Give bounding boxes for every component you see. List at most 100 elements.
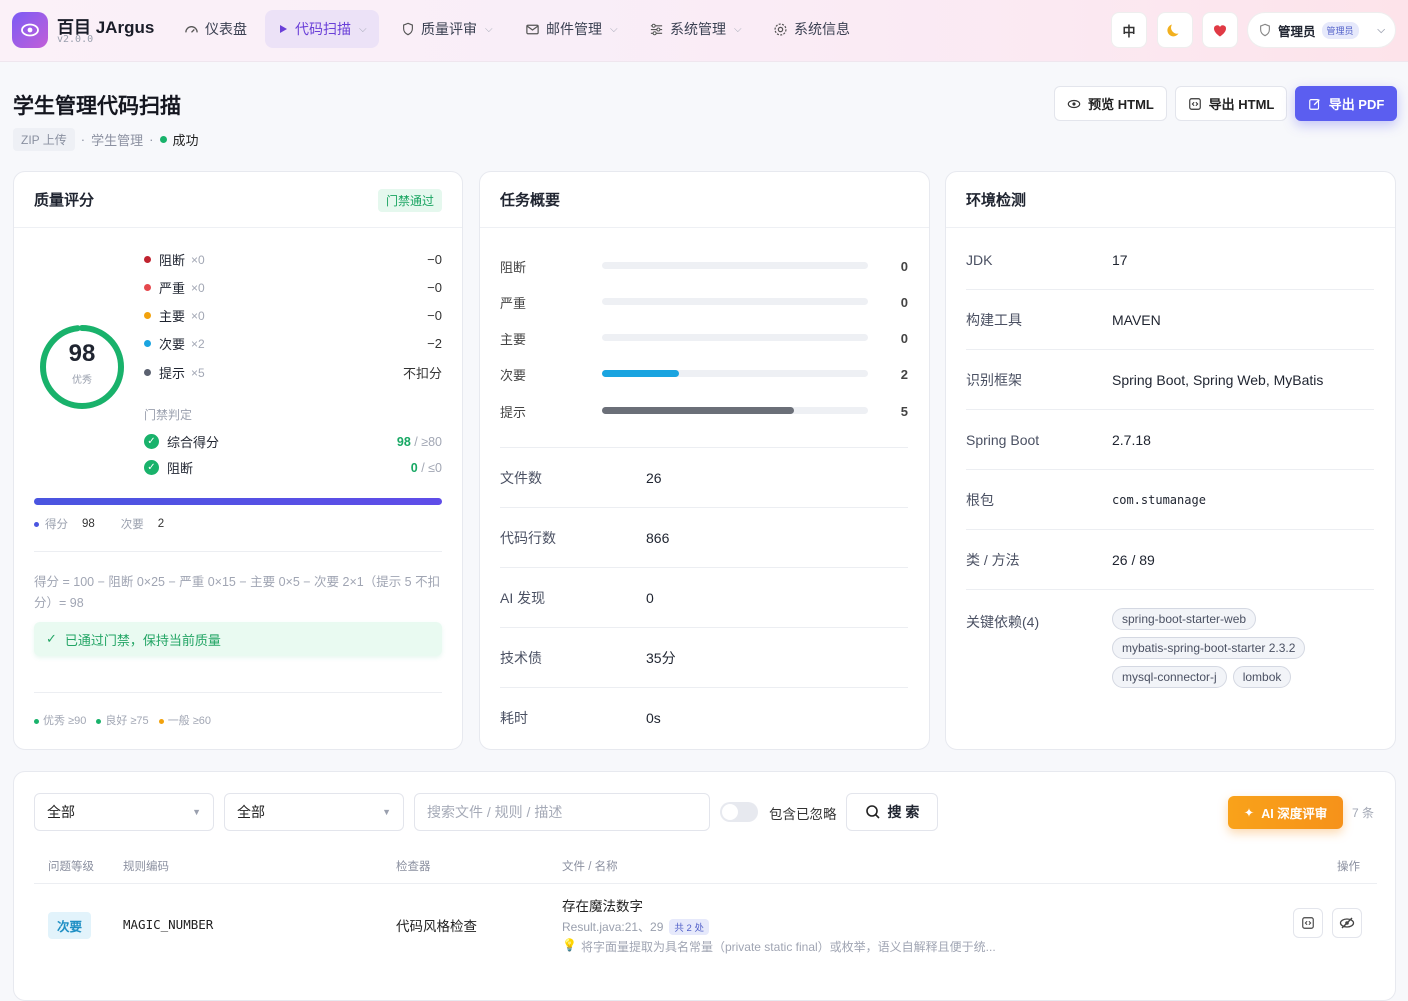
- severity-bar-value: 5: [900, 403, 908, 419]
- export-pdf-button[interactable]: 导出 PDF: [1295, 86, 1397, 121]
- env-value: 26 / 89: [1112, 551, 1155, 568]
- issue-search-input[interactable]: 搜索文件 / 规则 / 描述: [414, 793, 710, 831]
- severity-dot: [144, 340, 151, 347]
- col-level: 问题等级: [48, 861, 94, 873]
- lightbulb-icon: 💡: [562, 938, 577, 952]
- severity-count: ×5: [191, 365, 205, 380]
- grade-legend: 优秀 ≥90 良好 ≥75 一般 ≥60: [34, 712, 211, 728]
- severity-bar-track: [602, 370, 868, 377]
- severity-dot: [144, 284, 151, 291]
- include-ignored-toggle[interactable]: [720, 802, 758, 822]
- theme-toggle-button[interactable]: [1157, 12, 1193, 48]
- task-stat-value: 866: [646, 529, 670, 546]
- severity-row: 提示 ×5 不扣分: [144, 363, 442, 382]
- legend-minor-value: 2: [157, 518, 165, 530]
- checker-name: 代码风格检查: [396, 919, 477, 934]
- nav-system-info[interactable]: 系统信息: [761, 10, 862, 48]
- view-code-button[interactable]: [1293, 908, 1323, 938]
- severity-label: 阻断: [159, 253, 186, 268]
- legend-score-label: 得分: [45, 519, 68, 531]
- checker-filter-select[interactable]: 全部 ▼: [224, 793, 404, 831]
- nav-quality-review-label: 质量评审: [421, 21, 477, 37]
- col-checker: 检查器: [396, 861, 431, 873]
- env-row: 类 / 方法 26 / 89: [966, 530, 1374, 590]
- score-value: 98: [68, 340, 96, 367]
- issue-name: 存在魔法数字: [562, 899, 643, 914]
- task-stat-row: 技术债 35分: [500, 628, 908, 688]
- divider: [34, 551, 442, 552]
- task-stat-row: AI 发现 0: [500, 568, 908, 628]
- gate-row-score: ✓ 综合得分 98 / ≥80: [144, 432, 442, 451]
- severity-bar-fill: [602, 370, 679, 377]
- severity-bar-label: 主要: [500, 331, 527, 347]
- severity-count: ×0: [191, 252, 205, 267]
- severity-row: 主要 ×0 −0: [144, 306, 442, 325]
- severity-bar-label: 严重: [500, 295, 527, 311]
- status-dot: [159, 136, 167, 143]
- search-button[interactable]: 搜 索: [846, 793, 938, 831]
- caret-down-icon: ▼: [192, 807, 201, 817]
- env-label: Spring Boot: [966, 431, 1040, 448]
- preview-html-label: 预览 HTML: [1088, 97, 1154, 112]
- ignore-issue-button[interactable]: [1332, 908, 1362, 938]
- user-role-badge: 管理员: [1321, 21, 1359, 39]
- task-stat-label: 文件数: [500, 469, 542, 486]
- env-label: 根包: [966, 491, 994, 508]
- search-button-label: 搜 索: [887, 804, 920, 820]
- dependency-chip: lombok: [1232, 666, 1292, 688]
- issue-location[interactable]: Result.java:21、29: [562, 918, 663, 935]
- language-toggle-button[interactable]: 中: [1111, 12, 1147, 48]
- env-row: Spring Boot 2.7.18: [966, 410, 1374, 470]
- task-stat-value: 35分: [646, 649, 676, 666]
- chevron-down-icon: ⌵: [734, 23, 742, 35]
- nav-dashboard[interactable]: 仪表盘: [172, 10, 259, 48]
- nav-quality-review[interactable]: 质量评审 ⌵: [389, 10, 505, 48]
- severity-deduction: −0: [427, 252, 442, 267]
- preview-html-button[interactable]: 预览 HTML: [1054, 86, 1167, 121]
- app-logo-icon[interactable]: [12, 12, 48, 48]
- dependency-chip: mybatis-spring-boot-starter 2.3.2: [1112, 637, 1306, 659]
- user-name: 管理员: [1278, 24, 1316, 39]
- export-html-button[interactable]: 导出 HTML: [1175, 86, 1287, 121]
- favorite-button[interactable]: [1202, 12, 1238, 48]
- shield-icon: [1260, 23, 1270, 37]
- env-label: 识别框架: [966, 371, 1022, 388]
- severity-bar-label: 阻断: [500, 259, 527, 275]
- env-label: JDK: [966, 251, 993, 268]
- quality-score-card: 质量评分 门禁通过 98 优秀 阻断 ×0 −0 严重 ×0 −0 主要 ×0 −0 次要 ×2 −2…: [13, 171, 463, 750]
- task-stat-label: 耗时: [500, 710, 528, 726]
- user-menu[interactable]: 管理员 管理员 ⌵: [1247, 12, 1396, 48]
- nav-system-info-label: 系统信息: [794, 21, 850, 37]
- source-tag: ZIP 上传: [13, 128, 75, 151]
- page-meta: ZIP 上传 · 学生管理 · 成功: [13, 128, 199, 151]
- task-stat-value: 0: [646, 589, 654, 606]
- grade-band: 良好 ≥75: [96, 712, 149, 728]
- chevron-down-icon: ⌵: [485, 23, 493, 35]
- severity-bar-value: 0: [900, 330, 908, 346]
- code-icon: [1302, 917, 1314, 929]
- env-value: com.stumanage: [1112, 492, 1206, 507]
- nav-mail[interactable]: 邮件管理 ⌵: [513, 10, 630, 48]
- task-stat-label: AI 发现: [500, 589, 546, 606]
- task-stat-value: 0s: [646, 710, 661, 726]
- severity-deduction: −2: [427, 336, 442, 351]
- search-icon: [865, 805, 880, 819]
- env-row: 构建工具 MAVEN: [966, 290, 1374, 350]
- eye-icon: [1067, 99, 1081, 108]
- nav-code-scan[interactable]: 代码扫描 ⌵: [265, 10, 379, 48]
- score-grade: 优秀: [72, 375, 92, 386]
- top-bar: 百目 JArgus v2.0.0 仪表盘 代码扫描 ⌵ 质量评审 ⌵ 邮件管理 …: [0, 0, 1408, 62]
- level-filter-value: 全部: [47, 804, 75, 820]
- level-filter-select[interactable]: 全部 ▼: [34, 793, 214, 831]
- severity-row: 阻断 ×0 −0: [144, 250, 442, 269]
- severity-bar-track: [602, 334, 868, 341]
- chevron-down-icon: ⌵: [359, 23, 367, 35]
- grade-band: 优秀 ≥90: [34, 712, 86, 728]
- gate-pass-message: ✓ 已通过门禁，保持当前质量: [34, 622, 442, 656]
- dependencies-label: 关键依赖(4): [966, 614, 1040, 630]
- sparkle-icon: ✦: [1243, 806, 1255, 820]
- ai-review-button[interactable]: ✦ AI 深度评审: [1228, 796, 1343, 829]
- chevron-down-icon: ⌵: [1377, 24, 1385, 36]
- nav-system-admin[interactable]: 系统管理 ⌵: [637, 10, 754, 48]
- dependency-chip: mysql-connector-j: [1112, 666, 1227, 688]
